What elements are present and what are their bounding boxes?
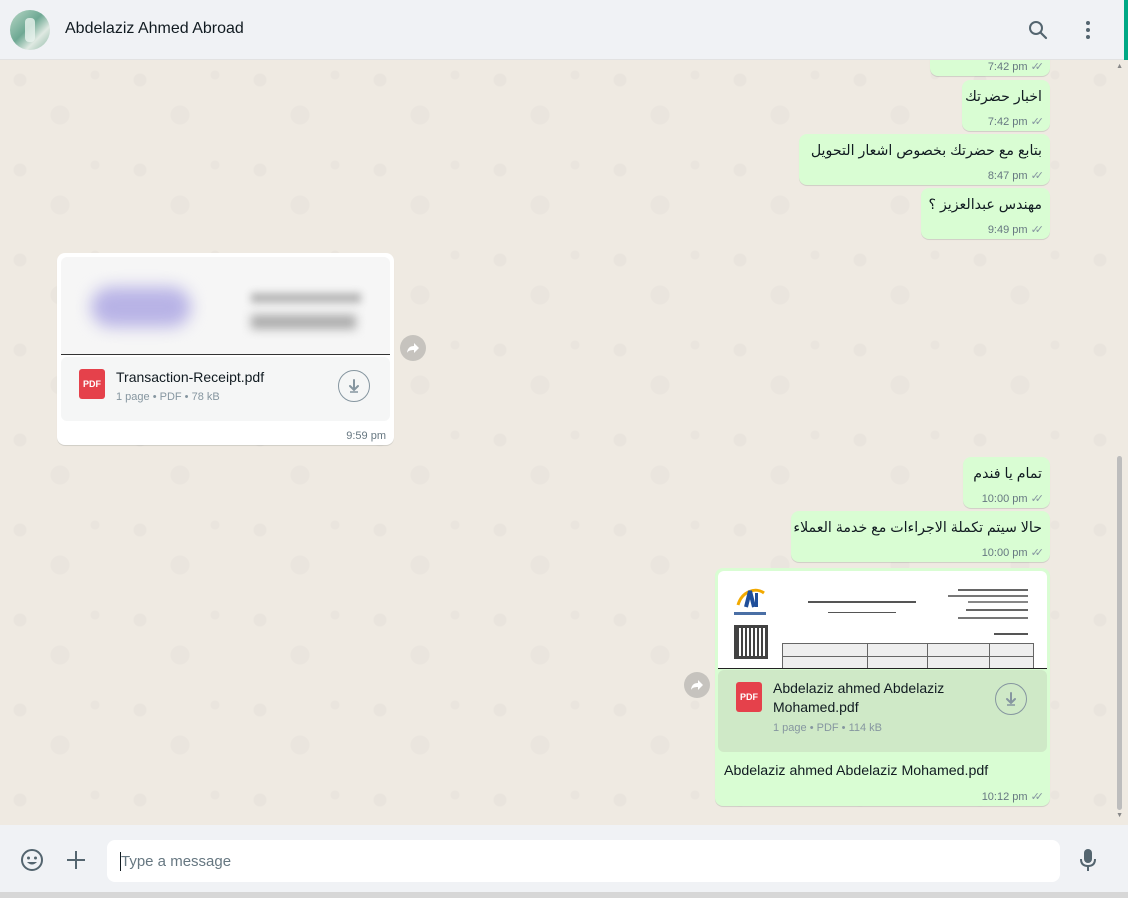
company-logo-icon [734, 585, 768, 611]
message-bubble-outgoing[interactable]: بتابع مع حضرتك بخصوص اشعار التحويل 8:47 … [799, 134, 1050, 185]
attach-plus-icon[interactable] [63, 847, 89, 873]
emoji-icon[interactable] [19, 847, 45, 873]
message-text: مهندس عبدالعزيز ؟ [928, 197, 1042, 213]
read-ticks-icon: ✓✓ [1030, 493, 1045, 505]
download-icon[interactable] [995, 683, 1027, 715]
message-meta: 9:49 pm ✓✓ [987, 223, 1045, 237]
document-attachment[interactable]: PDF Transaction-Receipt.pdf 1 page • PDF… [61, 357, 390, 421]
message-time: 7:42 pm [987, 60, 1028, 73]
scroll-down-arrow-icon[interactable]: ▼ [1116, 812, 1123, 819]
document-preview-blurred[interactable] [61, 257, 390, 355]
forward-icon[interactable] [684, 672, 710, 698]
read-ticks-icon: ✓✓ [1030, 547, 1045, 559]
text-caret [120, 852, 121, 871]
scroll-up-arrow-icon[interactable]: ▲ [1116, 63, 1123, 70]
message-meta: 8:47 pm ✓✓ [987, 169, 1045, 183]
file-info: 1 page • PDF • 78 kB [116, 391, 220, 403]
chat-header: Abdelaziz Ahmed Abroad [0, 0, 1128, 60]
message-text: اخبار حضرتك [965, 89, 1042, 105]
message-time: 10:00 pm [981, 492, 1028, 505]
message-meta: 7:42 pm ✓✓ [987, 115, 1045, 129]
message-text: تمام يا فندم [973, 466, 1042, 482]
window-bottom-edge [0, 892, 1128, 898]
document-message-incoming[interactable]: PDF Transaction-Receipt.pdf 1 page • PDF… [57, 253, 394, 445]
message-text: حالا سيتم تكملة الاجراءات مع خدمة العملا… [793, 520, 1042, 536]
scrollbar-thumb[interactable] [1117, 456, 1122, 810]
message-time: 10:12 pm [981, 790, 1028, 803]
message-meta: 7:42 pm ✓✓ [987, 60, 1045, 74]
pdf-file-icon: PDF [736, 682, 762, 712]
document-message-outgoing[interactable]: PDF Abdelaziz ahmed Abdelaziz Mohamed.pd… [715, 568, 1050, 806]
download-icon[interactable] [338, 370, 370, 402]
file-name-line1: Abdelaziz ahmed Abdelaziz [773, 680, 945, 696]
contact-avatar[interactable] [10, 10, 50, 50]
qr-code-icon [734, 625, 768, 659]
message-time: 10:00 pm [981, 546, 1028, 559]
read-ticks-icon: ✓✓ [1030, 61, 1045, 73]
document-caption: Abdelaziz ahmed Abdelaziz Mohamed.pdf [724, 763, 989, 779]
file-info: 1 page • PDF • 114 kB [773, 722, 883, 734]
composer-bar [0, 825, 1128, 892]
message-meta: 10:00 pm ✓✓ [981, 546, 1045, 560]
message-meta: 10:12 pm ✓✓ [981, 790, 1045, 804]
message-meta: 10:00 pm ✓✓ [981, 492, 1045, 506]
document-attachment[interactable]: PDF Abdelaziz ahmed Abdelaziz Mohamed.pd… [718, 670, 1047, 752]
message-input[interactable] [107, 840, 1060, 882]
message-bubble-outgoing[interactable]: تمام يا فندم 10:00 pm ✓✓ [963, 457, 1050, 508]
search-icon[interactable] [1026, 18, 1050, 42]
message-list[interactable]: 7:42 pm ✓✓ اخبار حضرتك 7:42 pm ✓✓ بتابع … [0, 60, 1128, 825]
message-time: 7:42 pm [987, 115, 1028, 128]
message-meta: 9:59 pm [346, 430, 386, 442]
message-time: 9:59 pm [346, 430, 386, 442]
read-ticks-icon: ✓✓ [1030, 170, 1045, 182]
file-name-line2: Mohamed.pdf [773, 699, 859, 715]
microphone-icon[interactable] [1075, 847, 1101, 873]
forward-icon[interactable] [400, 335, 426, 361]
read-ticks-icon: ✓✓ [1030, 791, 1045, 803]
message-bubble-outgoing[interactable]: اخبار حضرتك 7:42 pm ✓✓ [962, 80, 1050, 131]
read-ticks-icon: ✓✓ [1030, 224, 1045, 236]
message-time: 9:49 pm [987, 223, 1028, 236]
menu-dots-icon[interactable] [1076, 18, 1100, 42]
message-bubble-outgoing[interactable]: حالا سيتم تكملة الاجراءات مع خدمة العملا… [791, 511, 1050, 562]
read-ticks-icon: ✓✓ [1030, 116, 1045, 128]
message-time: 8:47 pm [987, 169, 1028, 182]
pdf-file-icon: PDF [79, 369, 105, 399]
message-bubble-outgoing[interactable]: 7:42 pm ✓✓ [930, 60, 1050, 76]
file-name: Transaction-Receipt.pdf [116, 369, 265, 385]
document-preview[interactable] [718, 571, 1047, 669]
contact-name[interactable]: Abdelaziz Ahmed Abroad [65, 20, 244, 38]
message-text: بتابع مع حضرتك بخصوص اشعار التحويل [810, 143, 1042, 159]
message-bubble-outgoing[interactable]: مهندس عبدالعزيز ؟ 9:49 pm ✓✓ [921, 188, 1050, 239]
